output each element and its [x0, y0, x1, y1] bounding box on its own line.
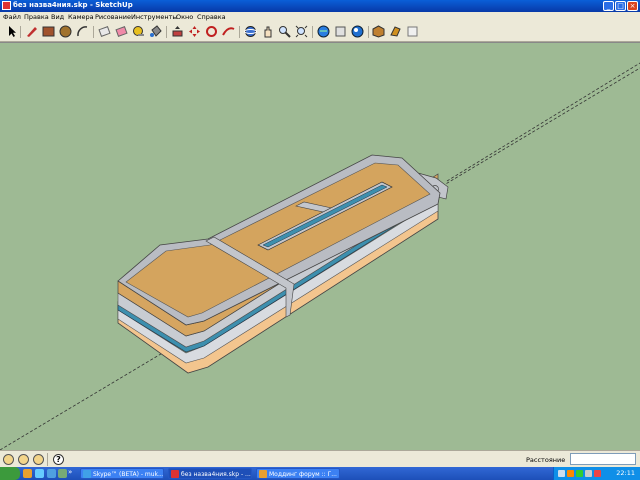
paint-bucket-icon[interactable] — [149, 25, 162, 38]
get-models-icon[interactable] — [317, 25, 330, 38]
pencil-line-icon[interactable] — [25, 25, 38, 38]
task-label: Skype™ (BETA) - muk... — [93, 471, 164, 478]
menu-file[interactable]: Файл — [3, 13, 21, 21]
toolbar-separator — [93, 26, 94, 38]
task-skype[interactable]: Skype™ (BETA) - muk... — [80, 468, 164, 479]
circle-icon[interactable] — [59, 25, 72, 38]
toolbar-separator — [368, 26, 369, 38]
window-title: без назва4ния.skp - SketchUp — [13, 1, 133, 9]
status-bar: ? Расстояние — [0, 450, 640, 468]
task-forum[interactable]: Моддинг форум :: Г... — [256, 468, 340, 479]
status-separator — [47, 453, 48, 466]
task-label: Моддинг форум :: Г... — [269, 471, 337, 478]
push-pull-icon[interactable] — [171, 25, 184, 38]
quicklaunch-desktop-icon[interactable] — [35, 469, 44, 478]
title-bar: без назва4ния.skp - SketchUp _ □ × — [0, 0, 640, 12]
eraser-pink-icon[interactable] — [115, 25, 128, 38]
arc-icon[interactable] — [76, 25, 89, 38]
zoom-icon[interactable] — [278, 25, 291, 38]
menu-window[interactable]: Окно — [176, 13, 193, 21]
toolbar-separator — [20, 26, 21, 38]
toolbar — [0, 23, 640, 42]
share-model-icon[interactable] — [334, 25, 347, 38]
model-viewport[interactable] — [0, 42, 640, 451]
sketchup-icon — [171, 470, 179, 478]
toolbar-separator — [312, 26, 313, 38]
close-button[interactable]: × — [627, 1, 638, 11]
sketchup-app-icon[interactable] — [2, 1, 11, 10]
quicklaunch-more-chevron[interactable]: » — [68, 468, 72, 476]
menu-view[interactable]: Вид — [51, 13, 64, 21]
axis-line — [446, 62, 640, 182]
tray-antivirus-icon[interactable] — [594, 470, 601, 477]
menu-draw[interactable]: Рисование — [95, 13, 131, 21]
tray-media-icon[interactable] — [567, 470, 574, 477]
components-icon[interactable] — [351, 25, 364, 38]
model-canvas[interactable] — [0, 43, 640, 451]
task-sketchup[interactable]: без назва4ния.skp - ... — [168, 468, 252, 479]
user-icon[interactable] — [33, 454, 44, 465]
orbit-icon[interactable] — [244, 25, 257, 38]
measurement-value-field[interactable] — [570, 453, 636, 465]
clock[interactable]: 22:11 — [616, 469, 635, 477]
select-arrow-icon[interactable] — [6, 25, 19, 38]
tray-volume-icon[interactable] — [585, 470, 592, 477]
tray-language-icon[interactable] — [558, 470, 565, 477]
zoom-extents-icon[interactable] — [295, 25, 308, 38]
start-button[interactable] — [0, 467, 20, 480]
quicklaunch-opera-icon[interactable] — [23, 469, 32, 478]
toolbar-separator — [239, 26, 240, 38]
help-icon[interactable]: ? — [53, 454, 64, 465]
pan-icon[interactable] — [261, 25, 274, 38]
menu-camera[interactable]: Камера — [68, 13, 94, 21]
maximize-button[interactable]: □ — [615, 1, 626, 11]
eraser-icon[interactable] — [98, 25, 111, 38]
quicklaunch-app-icon[interactable] — [58, 469, 67, 478]
rotate-icon[interactable] — [205, 25, 218, 38]
tray-network-icon[interactable] — [576, 470, 583, 477]
geo-location-icon[interactable] — [3, 454, 14, 465]
materials-icon[interactable] — [389, 25, 402, 38]
browser-icon — [259, 470, 267, 478]
rectangle-icon[interactable] — [42, 25, 55, 38]
credits-icon[interactable] — [18, 454, 29, 465]
3d-warehouse-icon[interactable] — [372, 25, 385, 38]
menu-tools[interactable]: Инструменты — [131, 13, 178, 21]
task-label: без назва4ния.skp - ... — [181, 471, 251, 478]
tape-measure-icon[interactable] — [132, 25, 145, 38]
follow-me-icon[interactable] — [222, 25, 235, 38]
measurement-label: Расстояние — [526, 456, 566, 464]
menu-edit[interactable]: Правка — [24, 13, 49, 21]
skype-icon — [83, 470, 91, 478]
minimize-button[interactable]: _ — [603, 1, 614, 11]
system-tray: 22:11 — [553, 467, 640, 480]
windows-taskbar: » Skype™ (BETA) - muk... без назва4ния.s… — [0, 467, 640, 480]
quicklaunch-ie-icon[interactable] — [47, 469, 56, 478]
toolbar-separator — [166, 26, 167, 38]
menu-bar: Файл Правка Вид Камера Рисование Инструм… — [0, 12, 640, 23]
menu-help[interactable]: Справка — [197, 13, 226, 21]
styles-icon[interactable] — [406, 25, 419, 38]
move-icon[interactable] — [188, 25, 201, 38]
